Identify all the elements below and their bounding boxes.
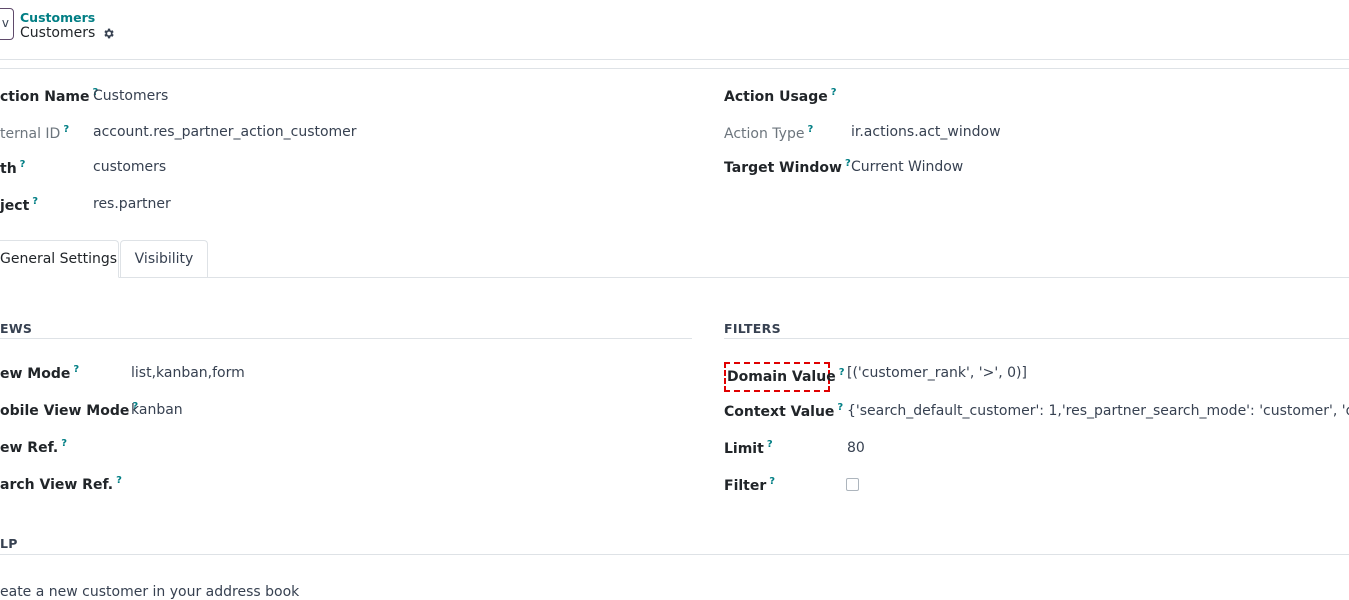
help-tooltip-icon[interactable]: ? xyxy=(32,196,38,207)
field-label: Filter xyxy=(724,478,767,494)
field-label: ject xyxy=(0,198,30,214)
help-tooltip-icon[interactable]: ? xyxy=(116,475,122,486)
object-value[interactable]: res.partner xyxy=(93,196,171,212)
action-type-value: ir.actions.act_window xyxy=(851,124,1001,140)
field-path: th? xyxy=(0,158,25,177)
field-mobile-view-mode: obile View Mode? xyxy=(0,400,138,419)
action-usage-value[interactable] xyxy=(851,88,1151,106)
view-ref-input[interactable] xyxy=(131,439,431,457)
filters-section-divider xyxy=(724,338,1349,339)
field-target-window: Target Window? xyxy=(724,157,851,176)
field-view-ref: ew Ref.? xyxy=(0,437,67,456)
field-label: ction Name xyxy=(0,89,90,105)
field-label: Action Usage xyxy=(724,89,828,105)
help-tooltip-icon[interactable]: ? xyxy=(769,476,775,487)
context-value-input[interactable]: {'search_default_customer': 1,'res_partn… xyxy=(847,403,1349,419)
field-view-mode: ew Mode? xyxy=(0,363,79,382)
target-window-select[interactable]: Current Window xyxy=(851,159,963,175)
field-label: ew Ref. xyxy=(0,440,59,456)
field-domain-value: Domain Value? xyxy=(724,362,845,392)
field-external-id: ternal ID? xyxy=(0,123,69,142)
field-search-view-ref: arch View Ref.? xyxy=(0,474,122,493)
field-action-name: ction Name? xyxy=(0,86,98,105)
help-tooltip-icon[interactable]: ? xyxy=(20,159,26,170)
mobile-view-mode-select[interactable]: kanban xyxy=(131,402,183,418)
search-view-ref-input[interactable] xyxy=(131,476,431,494)
gear-icon[interactable] xyxy=(102,27,115,40)
help-tooltip-icon[interactable]: ? xyxy=(837,402,843,413)
page-title: Customers xyxy=(20,25,96,41)
field-label: Action Type xyxy=(724,126,805,142)
field-label: Domain Value xyxy=(727,369,836,385)
help-tooltip-icon[interactable]: ? xyxy=(807,124,813,135)
sheet-top-border xyxy=(0,68,1349,69)
help-text[interactable]: eate a new customer in your address book xyxy=(0,584,299,600)
control-panel-divider xyxy=(0,59,1349,60)
limit-input[interactable]: 80 xyxy=(847,440,865,456)
tab-label: General Settings xyxy=(0,251,118,267)
field-object: ject? xyxy=(0,195,38,214)
field-label: arch View Ref. xyxy=(0,477,114,493)
field-label: Target Window xyxy=(724,160,842,176)
field-label: ew Mode xyxy=(0,366,71,382)
field-action-type: Action Type? xyxy=(724,123,813,142)
field-label: Context Value xyxy=(724,404,835,420)
field-filter: Filter? xyxy=(724,475,775,494)
field-context-value: Context Value? xyxy=(724,401,843,420)
filter-checkbox[interactable] xyxy=(846,478,859,491)
back-button-label: v xyxy=(1,16,9,30)
action-name-value[interactable]: Customers xyxy=(93,88,168,104)
views-section-title: EWS xyxy=(0,321,33,336)
external-id-value: account.res_partner_action_customer xyxy=(93,124,357,140)
field-limit: Limit? xyxy=(724,438,773,457)
breadcrumb-parent-link[interactable]: Customers xyxy=(20,10,95,25)
tab-label: Visibility xyxy=(134,251,194,267)
field-label: th xyxy=(0,161,17,177)
help-tooltip-icon[interactable]: ? xyxy=(839,367,845,378)
view-mode-value[interactable]: list,kanban,form xyxy=(131,365,245,381)
filters-section-title: FILTERS xyxy=(724,321,781,336)
help-tooltip-icon[interactable]: ? xyxy=(767,439,773,450)
tab-general-settings[interactable]: General Settings xyxy=(0,240,119,278)
field-label: ternal ID xyxy=(0,126,61,142)
help-tooltip-icon[interactable]: ? xyxy=(63,124,69,135)
views-section-divider xyxy=(0,338,692,339)
help-tooltip-icon[interactable]: ? xyxy=(73,364,79,375)
path-value[interactable]: customers xyxy=(93,159,166,175)
domain-value-input[interactable]: [('customer_rank', '>', 0)] xyxy=(847,365,1027,381)
help-tooltip-icon[interactable]: ? xyxy=(61,438,67,449)
help-section-title: LP xyxy=(0,536,18,551)
help-tooltip-icon[interactable]: ? xyxy=(831,87,837,98)
field-label: obile View Mode xyxy=(0,403,130,419)
tab-visibility[interactable]: Visibility xyxy=(120,240,208,277)
breadcrumb-current: Customers xyxy=(20,25,115,41)
back-button[interactable]: v xyxy=(0,8,14,40)
help-tooltip-icon[interactable]: ? xyxy=(845,158,851,169)
help-section-divider xyxy=(0,554,1349,555)
tabs-baseline xyxy=(0,277,1349,278)
field-label: Limit xyxy=(724,441,764,457)
field-action-usage: Action Usage? xyxy=(724,86,837,105)
